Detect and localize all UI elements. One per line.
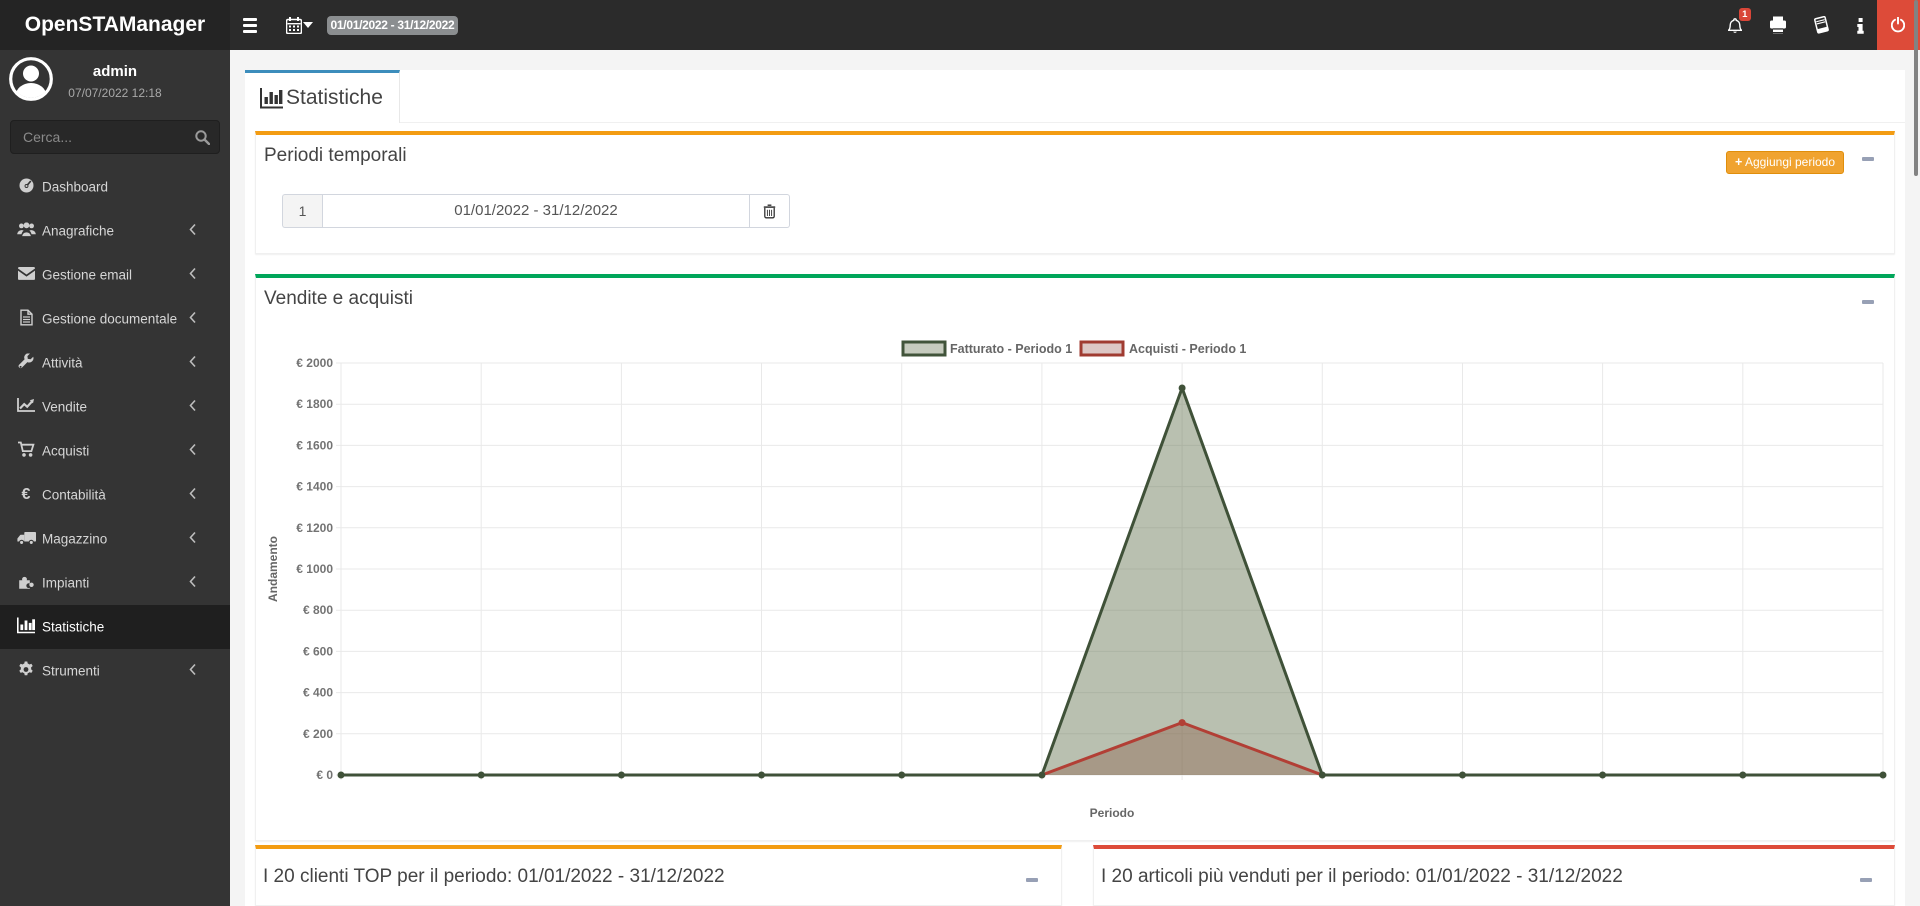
svg-text:€ 1000: € 1000 (296, 562, 333, 576)
svg-text:Periodo: Periodo (1090, 806, 1135, 820)
svg-text:Acquisti - Periodo 1: Acquisti - Periodo 1 (1129, 342, 1246, 356)
svg-text:€ 2000: € 2000 (296, 356, 333, 370)
svg-text:€ 0: € 0 (316, 768, 333, 782)
svg-text:Fatturato - Periodo 1: Fatturato - Periodo 1 (950, 342, 1072, 356)
svg-text:Andamento: Andamento (266, 536, 280, 602)
svg-text:€ 400: € 400 (303, 686, 333, 700)
svg-text:€ 1600: € 1600 (296, 438, 333, 452)
svg-text:€ 1400: € 1400 (296, 480, 333, 494)
svg-text:€ 800: € 800 (303, 603, 333, 617)
svg-text:€ 200: € 200 (303, 727, 333, 741)
svg-text:€ 1800: € 1800 (296, 397, 333, 411)
svg-text:€ 600: € 600 (303, 644, 333, 658)
svg-text:€ 1200: € 1200 (296, 521, 333, 535)
